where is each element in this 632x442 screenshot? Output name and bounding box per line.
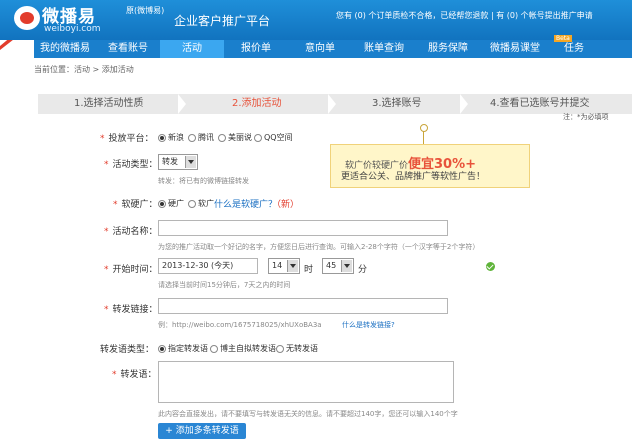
reason-type-none[interactable]: 无转发语 xyxy=(276,343,318,354)
type-label: * 活动类型： xyxy=(104,160,158,170)
start-hint: 请选择当前时间15分钟后，7天之内的时间 xyxy=(158,281,291,289)
ad-option-hard[interactable]: 硬广 xyxy=(158,198,184,209)
chevron-down-icon xyxy=(341,260,352,272)
step-bar: 1.选择活动性质 2.添加活动 3.选择账号 4.查看已选账号并提交 xyxy=(38,94,632,114)
platform-option-meilishuo[interactable]: 美丽说 xyxy=(218,132,252,143)
hour-unit: 时 xyxy=(304,265,314,275)
nav-tab-intent[interactable]: 意向单 xyxy=(288,40,352,58)
radio-icon xyxy=(158,133,166,142)
radio-icon xyxy=(276,344,284,353)
nav-tab-activity[interactable]: 活动 xyxy=(160,40,224,58)
reason-hint: 此内容会直接发出，请不要填写与转发语无关的信息。请不要超过140字，您还可以输入… xyxy=(158,410,458,418)
pin-icon xyxy=(420,124,428,132)
chevron-down-icon xyxy=(185,156,196,168)
radio-icon xyxy=(158,199,166,208)
ad-help-link[interactable]: 什么是软硬广？ xyxy=(214,197,277,210)
main-nav: 我的微播易 查看账号 活动 报价单 意向单 账单查询 服务保障 微播易课堂 任务… xyxy=(34,35,632,58)
ad-option-soft[interactable]: 软广 xyxy=(188,198,214,209)
nav-tab-class[interactable]: 微播易课堂 xyxy=(480,40,550,58)
nav-tab-service[interactable]: 服务保障 xyxy=(416,40,480,58)
platform-title: 企业客户推广平台 xyxy=(174,14,271,28)
type-select[interactable]: 转发 xyxy=(158,154,198,170)
nav-tab-bill[interactable]: 账单查询 xyxy=(352,40,416,58)
promo-callout: 软广价较硬广价便宜30%+ 更适合公关、品牌推广等软性广告！ xyxy=(330,144,530,188)
step-arrow xyxy=(460,94,468,114)
step-1: 1.选择活动性质 xyxy=(74,98,144,109)
platform-option-qzone[interactable]: QQ空间 xyxy=(254,132,293,143)
radio-icon xyxy=(158,344,166,353)
radio-icon xyxy=(188,199,196,208)
top-header: 微播易 原(微博易) weiboyi.com 企业客户推广平台 您有 (0) 个… xyxy=(0,0,632,40)
step-4: 4.查看已选账号并提交 xyxy=(490,98,590,109)
hour-select[interactable]: 14 xyxy=(268,258,300,274)
link-help-link[interactable]: 什么是转发链接? xyxy=(342,320,395,330)
link-label: * 转发链接： xyxy=(104,305,158,315)
step-3: 3.选择账号 xyxy=(372,98,422,109)
radio-icon xyxy=(210,344,218,353)
promo-line-2: 更适合公关、品牌推广等软性广告！ xyxy=(341,172,486,182)
nav-tab-task[interactable]: 任务 xyxy=(550,40,598,58)
reason-label: * 转发语： xyxy=(112,370,157,380)
nav-tab-my[interactable]: 我的微播易 xyxy=(34,40,96,58)
platform-option-sina[interactable]: 新浪 xyxy=(158,132,184,143)
ad-new-badge: （新） xyxy=(272,200,300,210)
type-hint: 转发：将已有的微博链接转发 xyxy=(158,177,249,185)
step-arrow xyxy=(328,94,336,114)
start-label: * 开始时间： xyxy=(104,265,158,275)
chevron-down-icon xyxy=(287,260,298,272)
check-icon xyxy=(486,262,495,271)
add-reason-button[interactable]: + 添加多条转发语 xyxy=(158,423,246,439)
ad-label: * 软硬广： xyxy=(113,200,158,210)
platform-option-tencent[interactable]: 腾讯 xyxy=(188,132,214,143)
start-date-input[interactable]: 2013-12-30 (今天) xyxy=(158,258,258,274)
step-arrow xyxy=(178,94,186,114)
logo-bird-icon xyxy=(14,6,40,30)
nav-tab-quote[interactable]: 报价单 xyxy=(224,40,288,58)
step-2: 2.添加活动 xyxy=(232,98,282,109)
logo-sub: 原(微博易) xyxy=(126,6,165,15)
link-input[interactable] xyxy=(158,298,448,314)
name-input[interactable] xyxy=(158,220,448,236)
reason-type-label: 转发语类型： xyxy=(100,345,155,355)
nav-tab-accounts[interactable]: 查看账号 xyxy=(96,40,160,58)
reason-type-blogger[interactable]: 博主自拟转发语 xyxy=(210,343,276,354)
name-label: * 活动名称： xyxy=(104,227,158,237)
reason-type-specified[interactable]: 指定转发语 xyxy=(158,343,208,354)
link-hint: 例：http://weibo.com/1675718025/xhUXoBA3a xyxy=(158,321,322,329)
radio-icon xyxy=(254,133,262,142)
logo[interactable]: 微播易 原(微博易) weiboyi.com xyxy=(14,2,164,38)
required-note: 注：*为必填项 xyxy=(563,113,609,121)
notice-bar[interactable]: 您有 (0) 个订单质检不合格，已经帮您退款 | 有 (0) 个帐号提出推广申请 xyxy=(336,10,593,21)
pin-line xyxy=(423,131,424,144)
beta-badge: Beta xyxy=(554,35,572,42)
minute-select[interactable]: 45 xyxy=(322,258,354,274)
minute-unit: 分 xyxy=(358,265,368,275)
name-hint: 为您的推广活动取一个好记的名字，方便您日后进行查询。可输入2-28个字符（一个汉… xyxy=(158,243,480,251)
radio-icon xyxy=(218,133,226,142)
platform-label: * 投放平台： xyxy=(100,134,154,144)
breadcrumb: 当前位置：活动 > 添加活动 xyxy=(34,65,134,74)
logo-domain: weiboyi.com xyxy=(44,24,101,34)
reason-textarea[interactable] xyxy=(158,361,454,403)
radio-icon xyxy=(188,133,196,142)
